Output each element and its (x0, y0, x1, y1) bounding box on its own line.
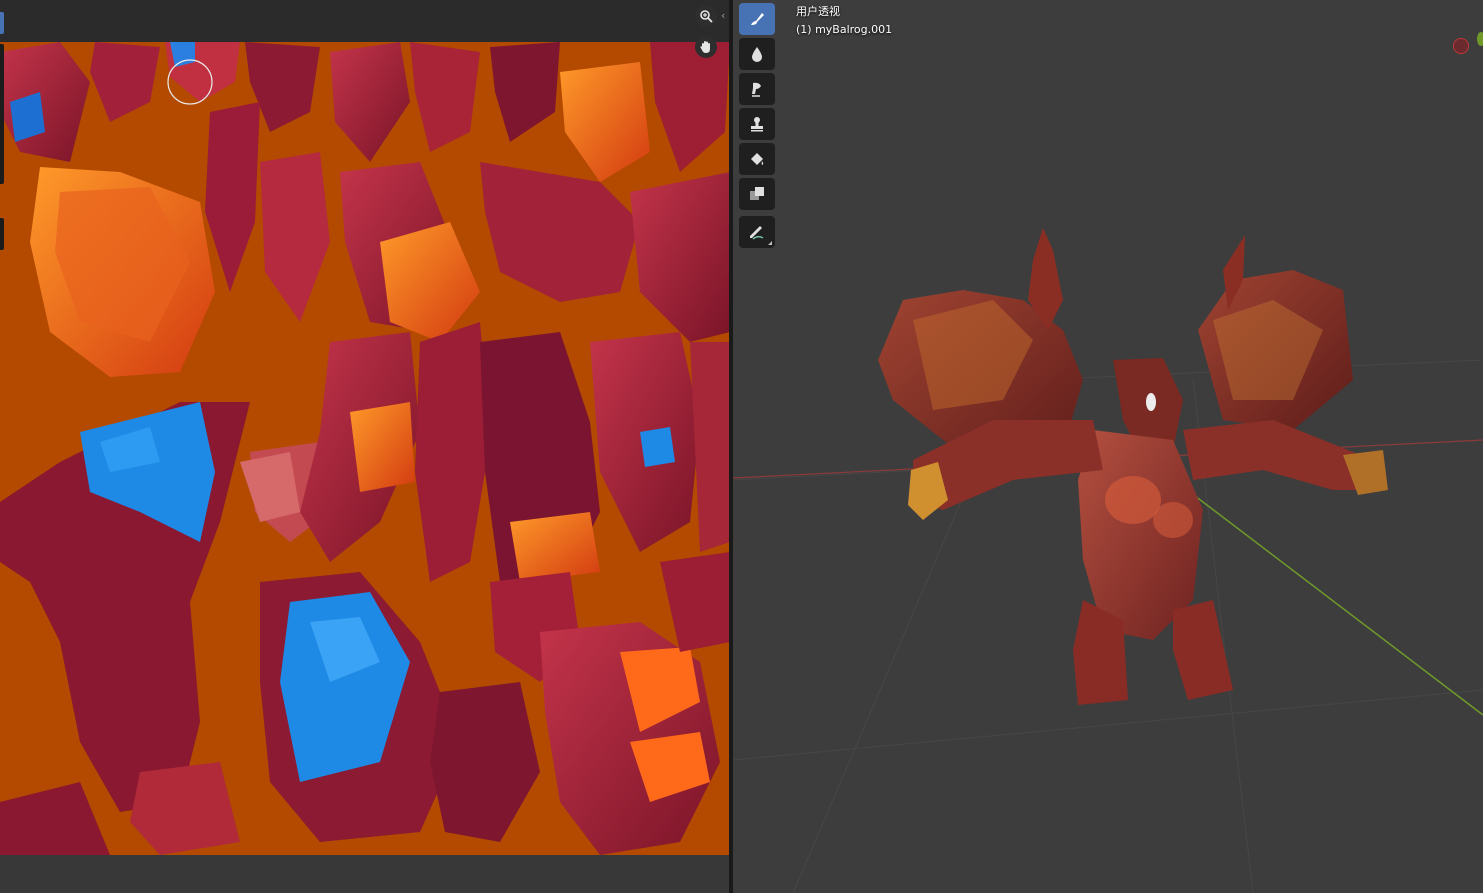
object-label: (1) myBalrog.001 (796, 23, 893, 36)
pencil-icon (750, 226, 764, 240)
fill-tool-button[interactable] (739, 143, 775, 175)
smear-tool-button[interactable] (739, 73, 775, 105)
stamp-icon (751, 117, 763, 132)
hand-icon[interactable] (695, 36, 717, 58)
annotate-tool-button[interactable] (739, 216, 775, 248)
region-tab-2[interactable] (0, 44, 4, 184)
image-editor-header (0, 0, 730, 42)
bucket-icon (751, 153, 764, 165)
region-tab-1[interactable] (0, 12, 4, 34)
texture-canvas[interactable] (0, 42, 730, 855)
chevron-left-icon[interactable]: ‹ (721, 9, 729, 23)
clone-tool-button[interactable] (739, 108, 775, 140)
y-axis-gizmo[interactable] (1477, 32, 1483, 46)
image-editor[interactable]: ‹ (0, 0, 730, 893)
soften-tool-button[interactable] (739, 38, 775, 70)
region-tab-3[interactable] (0, 218, 4, 250)
image-editor-footer (0, 855, 730, 893)
smear-icon (752, 82, 761, 97)
balrog-model (878, 228, 1388, 705)
x-axis-gizmo[interactable] (1453, 38, 1469, 54)
viewport-3d[interactable]: 用户透视 (1) myBalrog.001 (733, 0, 1483, 893)
mask-icon (750, 187, 764, 200)
tool-shelf (739, 3, 778, 251)
submenu-indicator (768, 241, 772, 245)
brush-icon (751, 13, 764, 25)
viewport-scene (733, 228, 1483, 893)
view-name: 用户透视 (796, 5, 840, 18)
drop-icon (752, 47, 762, 62)
zoom-icon[interactable] (695, 5, 717, 27)
mask-tool-button[interactable] (739, 178, 775, 210)
viewport-info: 用户透视 (1) myBalrog.001 (796, 3, 892, 39)
draw-tool-button[interactable] (739, 3, 775, 35)
